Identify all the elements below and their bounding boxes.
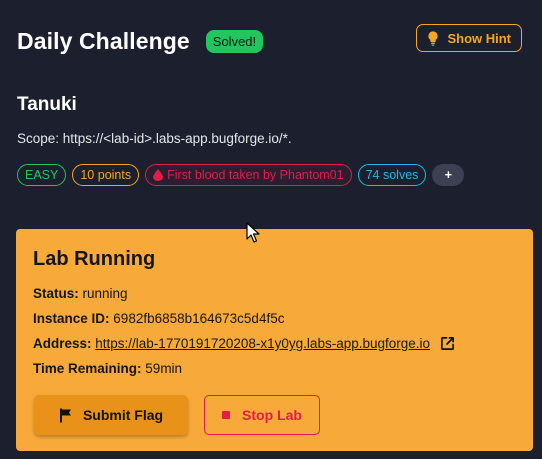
address-row: Address: https://lab-1770191720208-x1y0y…	[33, 336, 455, 351]
time-remaining-row: Time Remaining: 59min	[33, 361, 182, 376]
difficulty-tag: EASY	[17, 164, 67, 186]
external-link-icon[interactable]	[440, 336, 455, 351]
show-hint-label: Show Hint	[447, 30, 511, 46]
blood-drop-icon	[153, 169, 164, 181]
flag-icon	[59, 408, 71, 422]
instance-row: Instance ID: 6982fb6858b164673c5d4f5c	[33, 311, 284, 326]
instance-id-label: Instance ID:	[33, 311, 110, 326]
lightbulb-icon	[428, 31, 439, 46]
address-link[interactable]: https://lab-1770191720208-x1y0yg.labs-ap…	[95, 336, 430, 351]
time-remaining-value: 59min	[145, 361, 183, 376]
mouse-cursor-icon	[246, 222, 260, 243]
lab-running-title: Lab Running	[33, 248, 156, 270]
points-tag: 10 points	[72, 164, 140, 186]
solved-badge: Solved!	[205, 29, 264, 53]
instance-id-value: 6982fb6858b164673c5d4f5c	[113, 311, 285, 326]
status-label: Status:	[33, 286, 79, 301]
show-hint-button[interactable]: Show Hint	[416, 24, 522, 52]
address-label: Address:	[33, 336, 92, 351]
first-blood-tag: First blood taken by Phantom01	[145, 164, 352, 186]
solves-tag: 74 solves	[357, 164, 427, 186]
stop-lab-label: Stop Lab	[242, 407, 302, 423]
lab-name: Tanuki	[17, 94, 77, 115]
lab-scope: Scope: https://<lab-id>.labs-app.bugforg…	[17, 131, 292, 146]
time-remaining-label: Time Remaining:	[33, 361, 142, 376]
stop-icon	[222, 411, 231, 419]
page-header: Daily Challenge Solved! Show Hint	[17, 24, 530, 56]
status-row: Status: running	[33, 286, 128, 301]
first-blood-label: First blood taken by Phantom01	[167, 168, 344, 182]
submit-flag-button[interactable]: Submit Flag	[34, 395, 188, 435]
page-title: Daily Challenge	[17, 27, 190, 54]
more-tags-button[interactable]: +	[432, 164, 465, 186]
tag-row: EASY 10 points First blood taken by Phan…	[17, 164, 465, 186]
status-value: running	[82, 286, 128, 301]
lab-running-card: Lab Running Status: running Instance ID:…	[16, 229, 533, 451]
submit-flag-label: Submit Flag	[82, 407, 164, 423]
stop-lab-button[interactable]: Stop Lab	[204, 395, 320, 435]
